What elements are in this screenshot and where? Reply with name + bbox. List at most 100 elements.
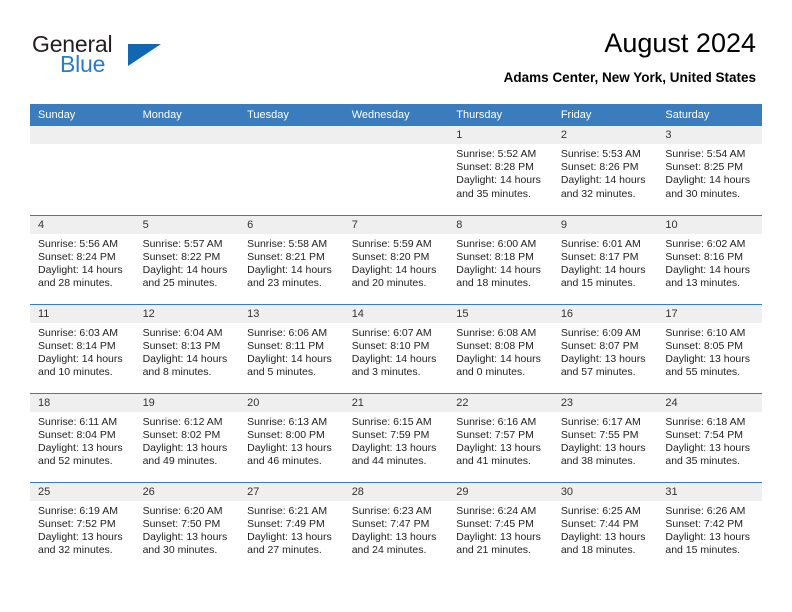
sunrise-text: Sunrise: 6:13 AM (247, 415, 328, 428)
day-cell-content: 13 Sunrise: 6:06 AM Sunset: 8:11 PM Dayligh… (239, 304, 344, 393)
day-cell-content: 6 Sunrise: 5:58 AM Sunset: 8:21 PM Daylight… (239, 215, 344, 304)
day-cell[interactable]: 27 Sunrise: 6:21 AM Sunset: 7:49 PM Dayligh… (239, 481, 344, 571)
daylight-text-line1: Daylight: 13 hours (456, 441, 541, 454)
day-cell-content (134, 126, 240, 215)
day-cell[interactable]: 9 Sunrise: 6:01 AM Sunset: 8:17 PM Daylight… (552, 214, 658, 304)
day-number: 8 (448, 215, 553, 234)
day-info: Sunrise: 5:53 AM Sunset: 8:26 PM Daylight:… (553, 144, 658, 201)
daylight-text-line2: and 23 minutes. (247, 277, 322, 290)
sunrise-text: Sunrise: 6:00 AM (456, 237, 537, 250)
day-cell-content: 5 Sunrise: 5:57 AM Sunset: 8:22 PM Daylight… (134, 215, 240, 304)
day-info: Sunrise: 6:15 AM Sunset: 7:59 PM Daylight:… (344, 412, 449, 469)
sunset-text: Sunset: 7:50 PM (142, 517, 221, 530)
day-cell[interactable]: 4 Sunrise: 5:56 AM Sunset: 8:24 PM Daylight… (30, 214, 135, 304)
day-cell[interactable]: 3 Sunrise: 5:54 AM Sunset: 8:25 PM Daylight… (657, 126, 762, 215)
day-cell[interactable]: 12 Sunrise: 6:04 AM Sunset: 8:13 PM Dayligh… (134, 303, 240, 393)
day-cell[interactable]: 14 Sunrise: 6:07 AM Sunset: 8:10 PM Dayligh… (343, 303, 449, 393)
day-number: 2 (552, 126, 658, 144)
day-cell[interactable]: 8 Sunrise: 6:00 AM Sunset: 8:18 PM Daylight… (448, 214, 553, 304)
title-block: August 2024 Adams Center, New York, Unit… (504, 26, 756, 87)
day-cell[interactable]: 10 Sunrise: 6:02 AM Sunset: 8:16 PM Dayligh… (657, 214, 762, 304)
daylight-text-line1: Daylight: 13 hours (560, 530, 646, 543)
sunrise-text: Sunrise: 6:01 AM (560, 237, 641, 250)
daylight-text-line2: and 3 minutes. (351, 366, 421, 379)
calendar-week-row: 4 Sunrise: 5:56 AM Sunset: 8:24 PM Daylight… (30, 214, 762, 304)
day-cell[interactable]: 24 Sunrise: 6:18 AM Sunset: 7:54 PM Dayligh… (657, 392, 762, 482)
daylight-text-line2: and 28 minutes. (38, 277, 113, 290)
daylight-text-line2: and 15 minutes. (560, 277, 636, 290)
day-cell[interactable]: 11 Sunrise: 6:03 AM Sunset: 8:14 PM Dayligh… (30, 303, 135, 393)
day-info: Sunrise: 6:03 AM Sunset: 8:14 PM Daylight:… (30, 323, 135, 380)
daylight-text-line2: and 20 minutes. (351, 277, 427, 290)
day-cell-content: 17 Sunrise: 6:10 AM Sunset: 8:05 PM Dayligh… (657, 304, 762, 393)
day-cell[interactable]: 7 Sunrise: 5:59 AM Sunset: 8:20 PM Daylight… (343, 214, 449, 304)
sunrise-text: Sunrise: 6:07 AM (351, 326, 432, 339)
day-number: 12 (134, 304, 240, 323)
day-cell[interactable]: 19 Sunrise: 6:12 AM Sunset: 8:02 PM Dayligh… (134, 392, 240, 482)
day-number: 5 (134, 215, 240, 234)
daylight-text-line1: Daylight: 13 hours (142, 530, 228, 543)
day-cell[interactable]: 13 Sunrise: 6:06 AM Sunset: 8:11 PM Dayligh… (239, 303, 344, 393)
sunrise-text: Sunrise: 6:18 AM (665, 415, 746, 428)
sunset-text: Sunset: 8:02 PM (142, 428, 221, 441)
day-cell[interactable]: 30 Sunrise: 6:25 AM Sunset: 7:44 PM Dayligh… (552, 481, 658, 571)
day-cell[interactable]: 5 Sunrise: 5:57 AM Sunset: 8:22 PM Daylight… (134, 214, 240, 304)
sunrise-text: Sunrise: 6:06 AM (247, 326, 328, 339)
daylight-text-line2: and 32 minutes. (560, 187, 636, 200)
weekday-header-tuesday: Tuesday (239, 104, 344, 126)
day-info: Sunrise: 6:24 AM Sunset: 7:45 PM Daylight:… (448, 501, 553, 558)
daylight-text-line1: Daylight: 14 hours (560, 174, 646, 187)
daylight-text-line2: and 41 minutes. (456, 455, 531, 468)
daylight-text-line2: and 5 minutes. (247, 366, 317, 379)
day-info: Sunrise: 5:54 AM Sunset: 8:25 PM Daylight:… (657, 144, 762, 201)
day-cell[interactable]: 23 Sunrise: 6:17 AM Sunset: 7:55 PM Dayligh… (552, 392, 658, 482)
day-cell-empty (343, 126, 449, 215)
sunset-text: Sunset: 8:05 PM (665, 339, 744, 352)
day-cell[interactable]: 28 Sunrise: 6:23 AM Sunset: 7:47 PM Dayligh… (343, 481, 449, 571)
sunrise-text: Sunrise: 6:25 AM (560, 504, 641, 517)
day-cell-empty (239, 126, 344, 215)
day-cell-content (343, 126, 449, 215)
sunrise-text: Sunrise: 6:16 AM (456, 415, 537, 428)
sunset-text: Sunset: 8:28 PM (456, 161, 534, 174)
day-cell-content: 9 Sunrise: 6:01 AM Sunset: 8:17 PM Daylight… (552, 215, 658, 304)
logo-text-blue: Blue (60, 51, 106, 77)
day-info: Sunrise: 6:02 AM Sunset: 8:16 PM Daylight:… (657, 234, 762, 291)
daylight-text-line1: Daylight: 13 hours (38, 530, 123, 543)
calendar-page: General Blue August 2024 Adams Center, N… (0, 0, 792, 612)
sunset-text: Sunset: 7:42 PM (665, 517, 744, 530)
sunset-text: Sunset: 8:17 PM (560, 250, 639, 263)
day-cell[interactable]: 31 Sunrise: 6:26 AM Sunset: 7:42 PM Dayligh… (657, 481, 762, 571)
calendar-week-row: 25 Sunrise: 6:19 AM Sunset: 7:52 PM Dayligh… (30, 481, 762, 571)
general-blue-logo[interactable]: General Blue (32, 32, 212, 80)
day-cell[interactable]: 1 Sunrise: 5:52 AM Sunset: 8:28 PM Daylight… (448, 126, 553, 215)
day-cell[interactable]: 20 Sunrise: 6:13 AM Sunset: 8:00 PM Dayligh… (239, 392, 344, 482)
day-cell[interactable]: 22 Sunrise: 6:16 AM Sunset: 7:57 PM Dayligh… (448, 392, 553, 482)
sunrise-text: Sunrise: 6:12 AM (142, 415, 223, 428)
sunrise-text: Sunrise: 5:59 AM (351, 237, 432, 250)
day-cell[interactable]: 26 Sunrise: 6:20 AM Sunset: 7:50 PM Dayligh… (134, 481, 240, 571)
day-cell[interactable]: 15 Sunrise: 6:08 AM Sunset: 8:08 PM Dayligh… (448, 303, 553, 393)
day-cell[interactable]: 29 Sunrise: 6:24 AM Sunset: 7:45 PM Dayligh… (448, 481, 553, 571)
day-cell[interactable]: 17 Sunrise: 6:10 AM Sunset: 8:05 PM Dayligh… (657, 303, 762, 393)
sunset-text: Sunset: 8:20 PM (351, 250, 430, 263)
day-info: Sunrise: 6:08 AM Sunset: 8:08 PM Daylight:… (448, 323, 553, 380)
day-cell[interactable]: 16 Sunrise: 6:09 AM Sunset: 8:07 PM Dayligh… (552, 303, 658, 393)
day-cell[interactable]: 25 Sunrise: 6:19 AM Sunset: 7:52 PM Dayligh… (30, 481, 135, 571)
daylight-text-line1: Daylight: 14 hours (351, 263, 437, 276)
weekday-header-thursday: Thursday (448, 104, 553, 126)
calendar-table: Sunday Monday Tuesday Wednesday Thursday Frid… (30, 104, 762, 571)
day-cell-content: 10 Sunrise: 6:02 AM Sunset: 8:16 PM Dayligh… (657, 215, 762, 304)
sunrise-text: Sunrise: 6:20 AM (142, 504, 223, 517)
day-cell[interactable]: 6 Sunrise: 5:58 AM Sunset: 8:21 PM Daylight… (239, 214, 344, 304)
daylight-text-line2: and 25 minutes. (142, 277, 218, 290)
day-cell[interactable]: 2 Sunrise: 5:53 AM Sunset: 8:26 PM Daylight… (552, 126, 658, 215)
day-info: Sunrise: 6:16 AM Sunset: 7:57 PM Daylight:… (448, 412, 553, 469)
sunrise-text: Sunrise: 6:15 AM (351, 415, 432, 428)
day-cell[interactable]: 21 Sunrise: 6:15 AM Sunset: 7:59 PM Dayligh… (343, 392, 449, 482)
sunrise-text: Sunrise: 6:04 AM (142, 326, 223, 339)
daylight-text-line2: and 18 minutes. (456, 277, 531, 290)
sunset-text: Sunset: 8:04 PM (38, 428, 116, 441)
day-cell[interactable]: 18 Sunrise: 6:11 AM Sunset: 8:04 PM Dayligh… (30, 392, 135, 482)
day-number: 11 (30, 304, 135, 323)
